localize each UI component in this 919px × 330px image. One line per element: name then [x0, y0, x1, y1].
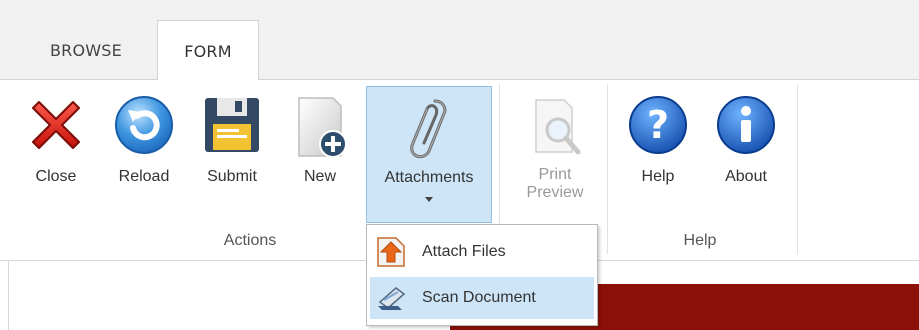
help-label: Help — [641, 168, 675, 185]
group-separator — [797, 84, 798, 254]
attach-files-icon — [377, 237, 405, 267]
save-disk-icon — [205, 98, 259, 152]
new-label: New — [303, 168, 336, 185]
close-icon — [32, 101, 80, 149]
scan-document-icon — [378, 287, 406, 310]
menu-item-label: Scan Document — [422, 289, 536, 306]
print-preview-button[interactable]: Print Preview — [510, 80, 600, 230]
menu-item-label: Attach Files — [422, 243, 506, 260]
close-button[interactable]: Close — [18, 80, 94, 230]
group-separator — [607, 84, 608, 254]
print-preview-icon — [535, 99, 581, 155]
group-label-actions: Actions — [223, 232, 277, 249]
help-button[interactable]: ? Help — [620, 80, 696, 230]
submit-label: Submit — [207, 168, 257, 185]
svg-text:?: ? — [647, 103, 669, 147]
paperclip-icon — [410, 99, 447, 159]
submit-button[interactable]: Submit — [194, 80, 270, 230]
print-preview-label: Print Preview — [510, 166, 600, 202]
chevron-down-icon — [425, 197, 433, 202]
about-button[interactable]: About — [708, 80, 784, 230]
attachments-dropdown-button[interactable]: Attachments — [366, 86, 492, 223]
ribbon-tab-strip: BROWSE FORM — [0, 0, 919, 81]
content-area-border — [8, 261, 9, 330]
tab-form[interactable]: FORM — [157, 20, 259, 81]
info-icon — [717, 96, 775, 154]
reload-icon — [115, 96, 173, 154]
tab-browse[interactable]: BROWSE — [30, 22, 142, 79]
menu-item-attach-files[interactable]: Attach Files — [370, 231, 594, 273]
new-document-icon — [298, 97, 347, 158]
attachments-label: Attachments — [384, 169, 474, 186]
print-preview-label-line2: Preview — [526, 184, 584, 201]
new-button[interactable]: New — [282, 80, 358, 230]
close-label: Close — [35, 168, 77, 185]
menu-item-scan-document[interactable]: Scan Document — [370, 277, 594, 319]
reload-button[interactable]: Reload — [106, 80, 182, 230]
group-label-help: Help — [683, 232, 717, 249]
print-preview-label-line1: Print — [538, 166, 572, 183]
about-label: About — [725, 168, 767, 185]
attachments-menu: Attach Files Scan Document — [366, 224, 598, 326]
question-mark-icon: ? — [629, 96, 687, 154]
reload-label: Reload — [118, 168, 170, 185]
